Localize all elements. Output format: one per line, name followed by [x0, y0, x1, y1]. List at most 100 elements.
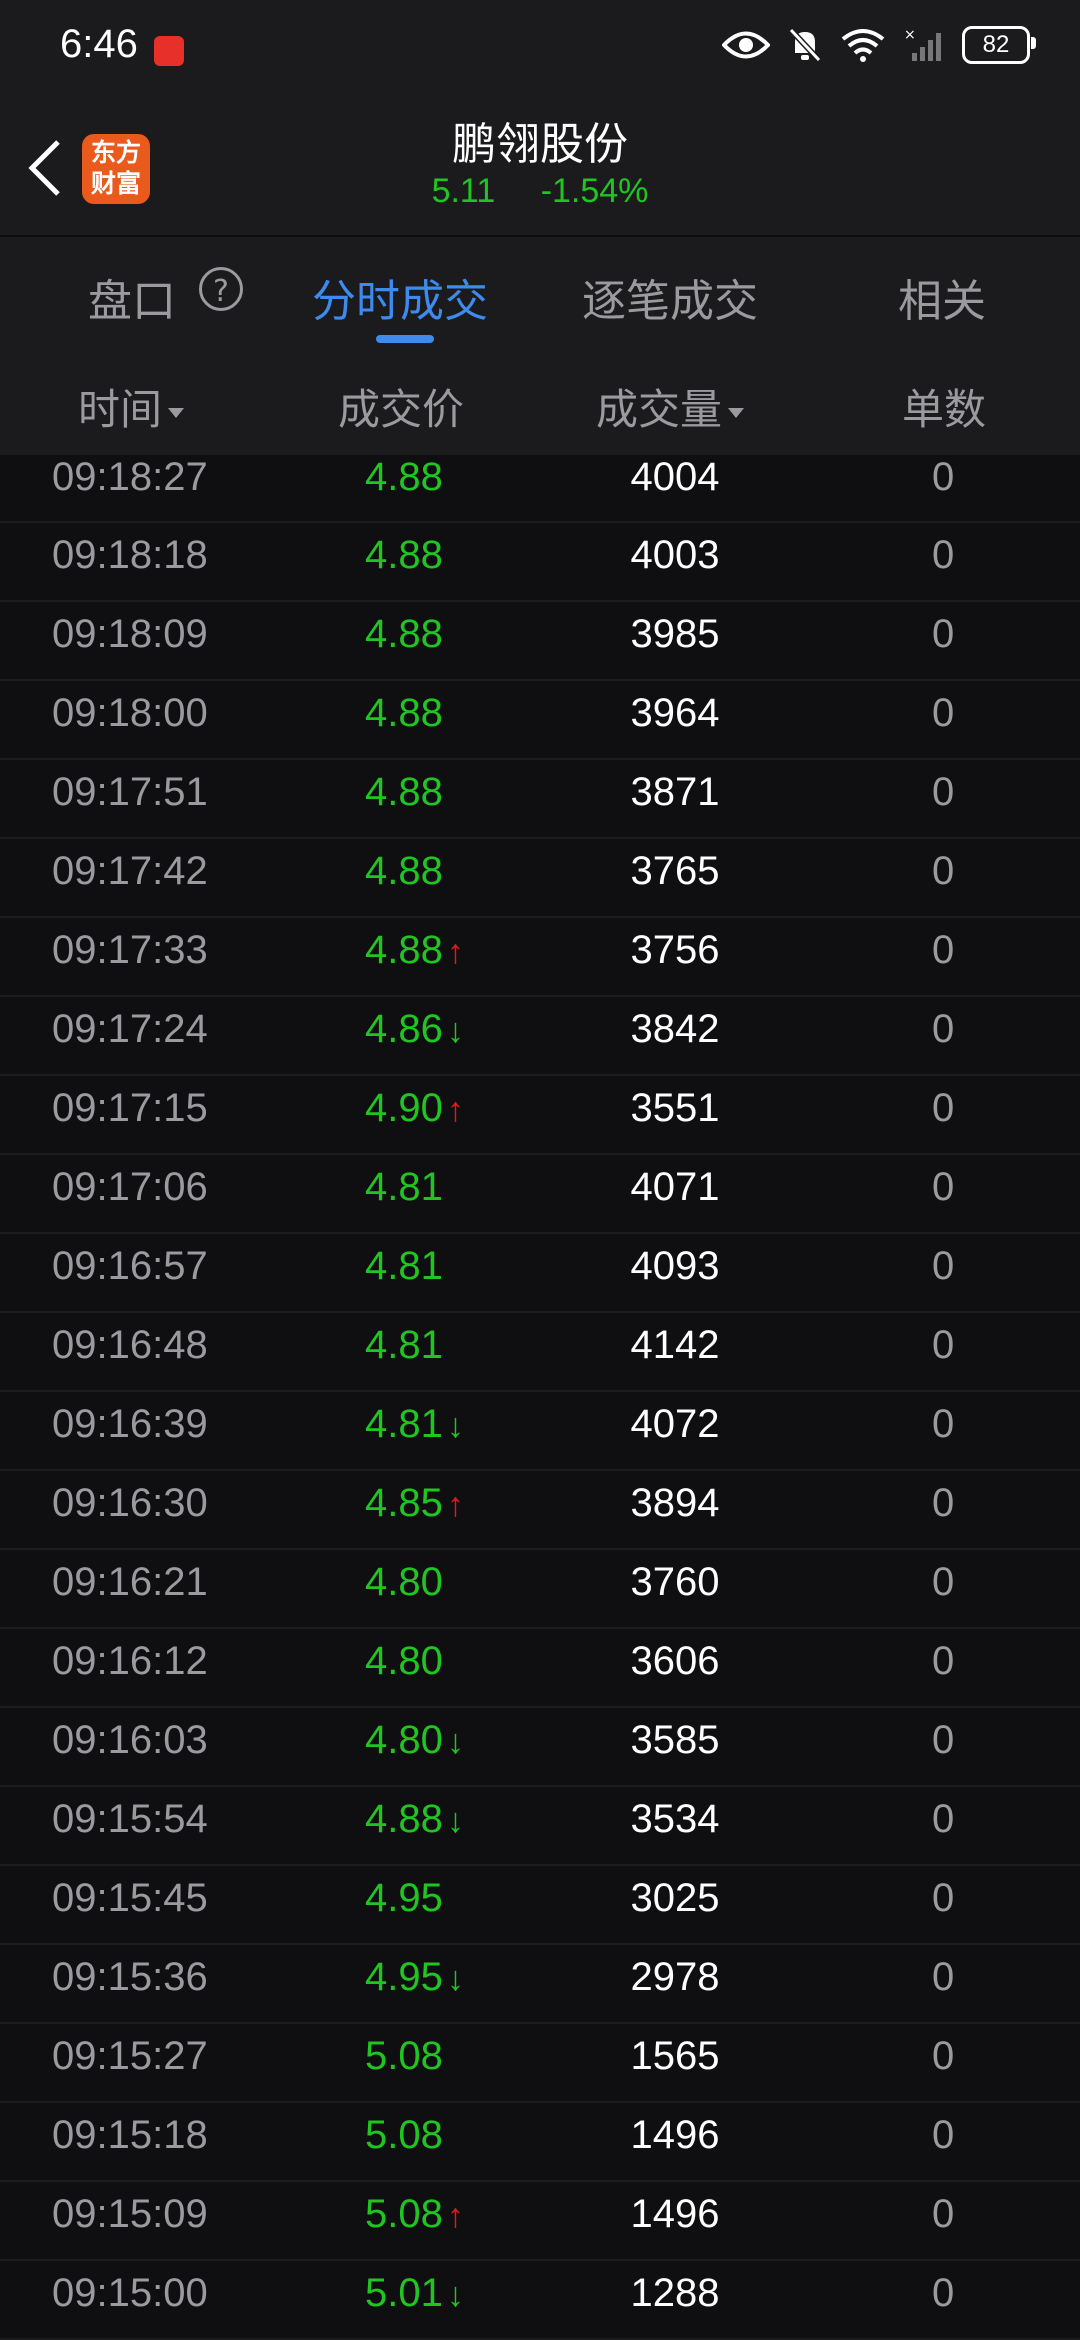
trade-time: 09:15:09 [52, 2192, 208, 2236]
status-bar: 6:46 × 82 [0, 0, 1080, 100]
trade-price: 4.81 [365, 1244, 443, 1289]
trade-count: 0 [932, 455, 955, 499]
trade-volume-value: 1288 [630, 2271, 720, 2315]
trade-price: 4.88 ↑ [365, 928, 464, 973]
trade-time: 09:15:18 [52, 2113, 208, 2157]
help-icon[interactable]: ? [199, 267, 243, 311]
table-row: 09:15:18 5.08 1496 0 [0, 2103, 1080, 2182]
trade-count: 0 [932, 691, 955, 735]
sort-caret-icon [728, 407, 745, 418]
arrow-up-icon: ↑ [446, 1486, 464, 1524]
trade-time: 09:17:15 [52, 1086, 208, 1130]
trade-price-value: 4.80 [365, 1560, 443, 1604]
tab-order-book[interactable]: 盘口 [88, 265, 176, 329]
status-time: 6:46 [60, 22, 138, 66]
trade-time: 09:15:54 [52, 1797, 208, 1841]
trade-price-value: 4.90 [365, 1086, 443, 1130]
trade-count: 0 [932, 2113, 955, 2157]
trade-count: 0 [932, 1323, 955, 1367]
trade-count: 0 [932, 2034, 955, 2078]
column-time-label: 时间 [78, 385, 163, 434]
trade-volume-value: 3894 [630, 1481, 720, 1525]
trade-price-value: 4.88 [365, 849, 443, 893]
trade-volume-value: 3985 [630, 612, 720, 656]
trade-price-value: 4.88 [365, 770, 443, 814]
trade-count: 0 [932, 1955, 955, 1999]
trade-volume-value: 3765 [630, 849, 720, 893]
trade-time: 09:17:24 [52, 1007, 208, 1051]
trade-count: 0 [932, 1639, 955, 1683]
trade-price-value: 5.08 [365, 2113, 443, 2157]
mute-bell-icon [788, 27, 822, 63]
trade-volume-value: 1565 [630, 2034, 720, 2078]
trade-price: 5.08 [365, 2113, 443, 2158]
trade-price: 4.88 [365, 770, 443, 815]
column-time-header[interactable]: 时间 [78, 376, 185, 437]
arrow-down-icon: ↓ [446, 1407, 464, 1445]
trade-time: 09:16:30 [52, 1481, 208, 1525]
trade-price-value: 4.88 [365, 691, 443, 735]
table-row: 09:15:09 5.08 ↑ 1496 0 [0, 2182, 1080, 2261]
table-row: 09:17:51 4.88 3871 0 [0, 760, 1080, 839]
trade-count: 0 [932, 1797, 955, 1841]
trade-price: 4.88 [365, 612, 443, 657]
table-row: 09:18:00 4.88 3964 0 [0, 681, 1080, 760]
trade-volume-value: 3760 [630, 1560, 720, 1604]
trade-price: 4.95 ↓ [365, 1955, 464, 2000]
trade-time: 09:17:33 [52, 928, 208, 972]
trade-price: 4.80 [365, 1639, 443, 1684]
sort-caret-icon [168, 407, 185, 418]
trade-price-value: 4.88 [365, 533, 443, 577]
trade-volume-value: 4093 [630, 1244, 720, 1288]
table-row: 09:17:33 4.88 ↑ 3756 0 [0, 918, 1080, 997]
tab-minute-trades[interactable]: 分时成交 [312, 265, 488, 329]
trade-count: 0 [932, 928, 955, 972]
table-row: 09:16:30 4.85 ↑ 3894 0 [0, 1471, 1080, 1550]
arrow-up-icon: ↑ [446, 2197, 464, 2235]
trade-time: 09:16:21 [52, 1560, 208, 1604]
trade-time: 09:15:36 [52, 1955, 208, 1999]
trade-price: 4.80 ↓ [365, 1718, 464, 1763]
wifi-icon [840, 27, 886, 63]
table-row: 09:18:09 4.88 3985 0 [0, 602, 1080, 681]
signal-icon: × [904, 27, 944, 63]
tab-related[interactable]: 相关 [898, 265, 986, 329]
table-row: 09:15:45 4.95 3025 0 [0, 1866, 1080, 1945]
column-volume-header[interactable]: 成交量 [596, 376, 745, 437]
trade-price: 5.01 ↓ [365, 2271, 464, 2316]
stock-header: 东方 财富 鹏翎股份 5.11 -1.54% [0, 100, 1080, 235]
trade-price: 4.88 [365, 455, 443, 500]
table-row: 09:18:27 4.88 4004 0 [0, 455, 1080, 523]
trade-volume-value: 3551 [630, 1086, 720, 1130]
arrow-up-icon: ↑ [446, 1091, 464, 1129]
trade-volume-value: 3534 [630, 1797, 720, 1841]
trade-volume-value: 3756 [630, 928, 720, 972]
trade-time: 09:17:06 [52, 1165, 208, 1209]
arrow-down-icon: ↓ [446, 1012, 464, 1050]
trade-count: 0 [932, 1165, 955, 1209]
trade-price: 4.81 [365, 1323, 443, 1368]
trade-time: 09:16:57 [52, 1244, 208, 1288]
trade-time: 09:16:03 [52, 1718, 208, 1762]
column-count-header: 单数 [902, 385, 987, 434]
trade-price: 4.88 [365, 533, 443, 578]
trade-time: 09:16:12 [52, 1639, 208, 1683]
table-row: 09:17:06 4.81 4071 0 [0, 1155, 1080, 1234]
trade-price: 4.85 ↑ [365, 1481, 464, 1526]
trade-time: 09:15:27 [52, 2034, 208, 2078]
trade-count: 0 [932, 2192, 955, 2236]
trade-price: 4.86 ↓ [365, 1007, 464, 1052]
trade-time: 09:15:45 [52, 1876, 208, 1920]
table-row: 09:15:27 5.08 1565 0 [0, 2024, 1080, 2103]
trade-count: 0 [932, 770, 955, 814]
table-row: 09:15:36 4.95 ↓ 2978 0 [0, 1945, 1080, 2024]
trade-time: 09:17:51 [52, 770, 208, 814]
trades-list[interactable]: 09:18:27 4.88 4004 0 09:18:18 4.88 4003 0 09:18:… [0, 455, 1080, 2340]
trade-price-value: 4.81 [365, 1323, 443, 1367]
tab-tick-trades[interactable]: 逐笔成交 [582, 265, 758, 329]
trade-count: 0 [932, 533, 955, 577]
trade-price-value: 4.81 [365, 1402, 443, 1446]
trade-volume-value: 3606 [630, 1639, 720, 1683]
trade-price: 4.88 [365, 849, 443, 894]
trade-price-value: 4.81 [365, 1244, 443, 1288]
